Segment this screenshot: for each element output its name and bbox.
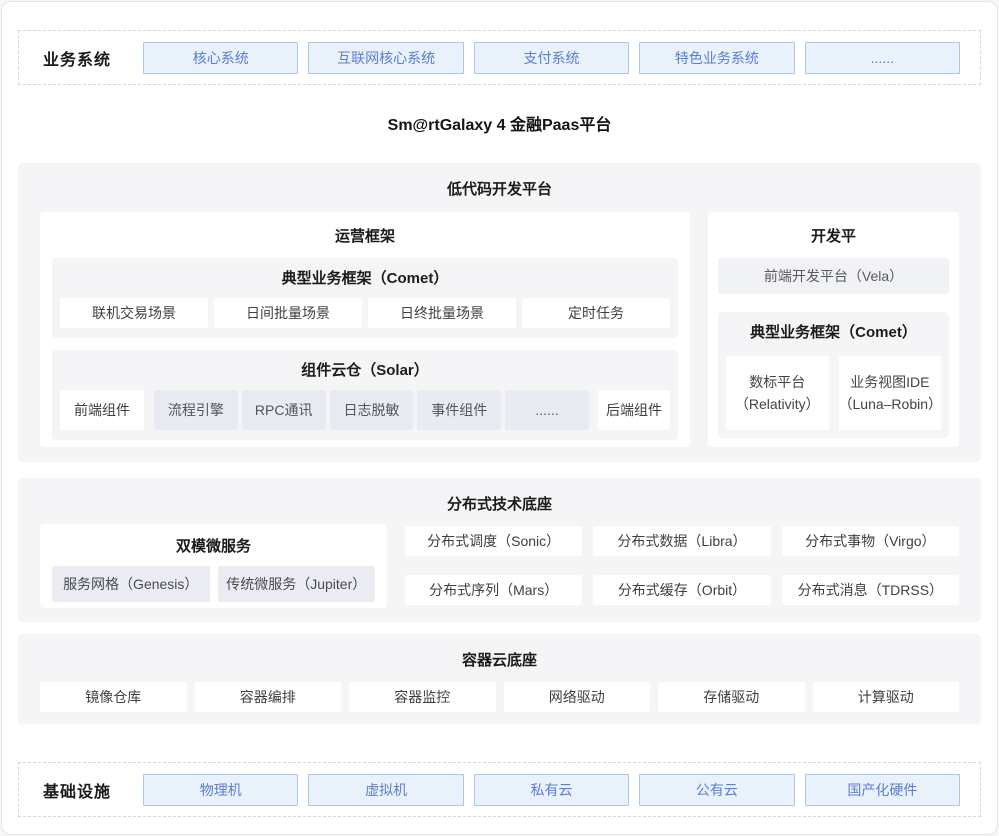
business-system-more[interactable]: ...... (805, 42, 960, 74)
traditional-microservice-jupiter-chip: 传统微服务（Jupiter） (218, 566, 376, 602)
storage-driver-chip: 存储驱动 (658, 682, 805, 712)
dual-mode-items-row: 服务网格（Genesis） 传统微服务（Jupiter） (52, 566, 375, 602)
business-system-core[interactable]: 核心系统 (143, 42, 298, 74)
distributed-data-libra-chip: 分布式数据（Libra） (593, 526, 770, 556)
architecture-diagram-page: 业务系统 核心系统 互联网核心系统 支付系统 特色业务系统 ...... Sm@… (1, 1, 998, 835)
dev-comet-subpanel: 典型业务框架（Comet） 数标平台 （Relativity） 业务视图IDE … (718, 312, 949, 438)
comet-items-row: 联机交易场景 日间批量场景 日终批量场景 定时任务 (60, 298, 670, 328)
dev-comet-items-row: 数标平台 （Relativity） 业务视图IDE （Luna–Robin） (726, 356, 941, 430)
comet-framework-title: 典型业务框架（Comet） (60, 268, 670, 290)
container-monitoring-chip: 容器监控 (349, 682, 496, 712)
luna-robin-ide-chip: 业务视图IDE （Luna–Robin） (839, 356, 942, 430)
comet-item-intraday-batch: 日间批量场景 (214, 298, 362, 328)
business-systems-buttons: 核心系统 互联网核心系统 支付系统 特色业务系统 ...... (143, 42, 960, 74)
solar-items-row: 前端组件 流程引擎 RPC通讯 日志脱敏 事件组件 ...... 后端组件 (60, 390, 670, 430)
container-items-row: 镜像仓库 容器编排 容器监控 网络驱动 存储驱动 计算驱动 (18, 682, 981, 712)
relativity-code: （Relativity） (735, 393, 820, 415)
image-registry-chip: 镜像仓库 (40, 682, 187, 712)
solar-subpanel: 组件云仓（Solar） 前端组件 流程引擎 RPC通讯 日志脱敏 事件组件 ..… (52, 350, 678, 440)
dev-platform-title: 开发平 (708, 212, 959, 248)
relativity-platform-chip: 数标平台 （Relativity） (726, 356, 829, 430)
business-system-internet-core[interactable]: 互联网核心系统 (308, 42, 463, 74)
network-driver-chip: 网络驱动 (504, 682, 651, 712)
infra-domestic-hardware[interactable]: 国产化硬件 (805, 774, 960, 806)
lowcode-platform-section: 低代码开发平台 运营框架 典型业务框架（Comet） 联机交易场景 日间批量场景… (18, 163, 981, 462)
container-base-section: 容器云底座 镜像仓库 容器编排 容器监控 网络驱动 存储驱动 计算驱动 (18, 634, 981, 724)
solar-item-process-engine: 流程引擎 (154, 390, 238, 430)
infra-private-cloud[interactable]: 私有云 (474, 774, 629, 806)
luna-robin-name: 业务视图IDE (850, 371, 929, 393)
comet-item-online-trade: 联机交易场景 (60, 298, 208, 328)
dev-platform-panel: 开发平 前端开发平台（Vela） 典型业务框架（Comet） 数标平台 （Rel… (708, 212, 959, 447)
comet-framework-subpanel: 典型业务框架（Comet） 联机交易场景 日间批量场景 日终批量场景 定时任务 (52, 258, 678, 338)
business-system-special[interactable]: 特色业务系统 (639, 42, 794, 74)
distributed-sequence-mars-chip: 分布式序列（Mars） (405, 575, 582, 605)
distributed-cache-orbit-chip: 分布式缓存（Orbit） (593, 575, 770, 605)
distributed-base-title: 分布式技术底座 (18, 478, 981, 516)
solar-title: 组件云仓（Solar） (60, 360, 670, 382)
operation-framework-title: 运营框架 (40, 212, 690, 248)
service-mesh-genesis-chip: 服务网格（Genesis） (52, 566, 210, 602)
luna-robin-code: （Luna–Robin） (839, 393, 942, 415)
solar-item-rpc: RPC通讯 (242, 390, 326, 430)
infrastructure-label: 基础设施 (43, 778, 143, 802)
distributed-grid: 分布式调度（Sonic） 分布式数据（Libra） 分布式事物（Virgo） 分… (405, 526, 959, 608)
infrastructure-buttons: 物理机 虚拟机 私有云 公有云 国产化硬件 (143, 774, 960, 806)
lowcode-platform-title: 低代码开发平台 (18, 163, 981, 201)
distributed-scheduling-sonic-chip: 分布式调度（Sonic） (405, 526, 582, 556)
business-systems-row: 业务系统 核心系统 互联网核心系统 支付系统 特色业务系统 ...... (18, 30, 981, 85)
business-system-payment[interactable]: 支付系统 (474, 42, 629, 74)
dual-mode-microservice-panel: 双模微服务 服务网格（Genesis） 传统微服务（Jupiter） (40, 524, 387, 608)
compute-driver-chip: 计算驱动 (813, 682, 960, 712)
lowcode-content: 运营框架 典型业务框架（Comet） 联机交易场景 日间批量场景 日终批量场景 … (18, 212, 981, 447)
container-base-title: 容器云底座 (18, 634, 981, 672)
solar-item-event-component: 事件组件 (417, 390, 501, 430)
infrastructure-row: 基础设施 物理机 虚拟机 私有云 公有云 国产化硬件 (18, 762, 981, 817)
solar-item-log-masking: 日志脱敏 (330, 390, 414, 430)
business-systems-label: 业务系统 (43, 46, 143, 70)
distributed-content: 双模微服务 服务网格（Genesis） 传统微服务（Jupiter） 分布式调度… (18, 524, 981, 608)
solar-item-backend-component: 后端组件 (598, 390, 670, 430)
infra-physical-machine[interactable]: 物理机 (143, 774, 298, 806)
infra-virtual-machine[interactable]: 虚拟机 (308, 774, 463, 806)
comet-item-scheduled-task: 定时任务 (522, 298, 670, 328)
solar-item-more: ...... (505, 390, 589, 430)
distributed-transaction-virgo-chip: 分布式事物（Virgo） (782, 526, 959, 556)
operation-framework-panel: 运营框架 典型业务框架（Comet） 联机交易场景 日间批量场景 日终批量场景 … (40, 212, 690, 447)
vela-frontend-platform-chip: 前端开发平台（Vela） (718, 258, 949, 294)
distributed-message-tdrss-chip: 分布式消息（TDRSS） (782, 575, 959, 605)
page-title: Sm@rtGalaxy 4 金融Paas平台 (2, 115, 997, 137)
distributed-base-section: 分布式技术底座 双模微服务 服务网格（Genesis） 传统微服务（Jupite… (18, 478, 981, 622)
infra-public-cloud[interactable]: 公有云 (639, 774, 794, 806)
relativity-name: 数标平台 (749, 371, 805, 393)
dev-comet-title: 典型业务框架（Comet） (726, 322, 941, 344)
dual-mode-title: 双模微服务 (40, 524, 387, 558)
solar-item-frontend-component: 前端组件 (60, 390, 144, 430)
comet-item-eod-batch: 日终批量场景 (368, 298, 516, 328)
container-orchestration-chip: 容器编排 (195, 682, 342, 712)
